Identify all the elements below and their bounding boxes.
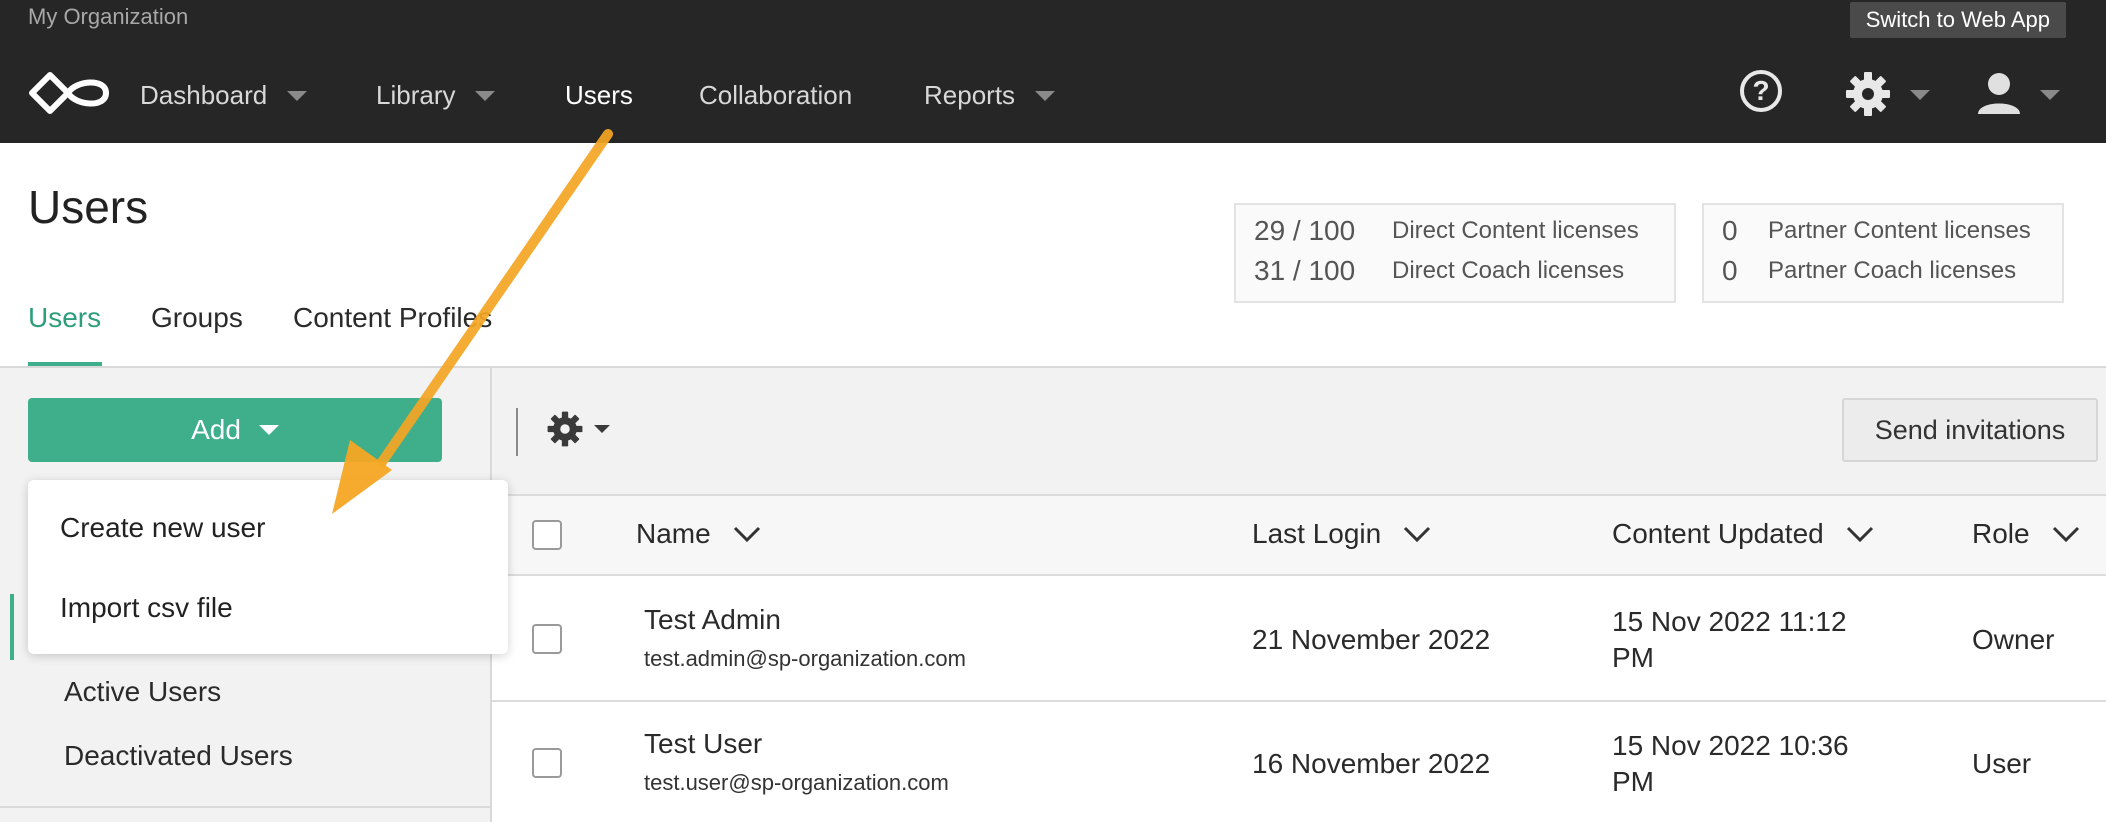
sidebar-active-indicator [10, 594, 14, 660]
direct-content-license-label: Direct Content licenses [1392, 217, 1639, 244]
user-content-updated-suffix: PM [1612, 766, 1654, 797]
partner-content-license-label: Partner Content licenses [1768, 217, 2031, 244]
toolbar-separator [516, 408, 518, 456]
organization-name: My Organization [28, 4, 189, 29]
sort-chevron-icon [2052, 526, 2079, 542]
add-dropdown-menu: Create new user Import csv file [28, 480, 508, 654]
column-header-name[interactable]: Name [636, 518, 761, 550]
column-role-label: Role [1972, 518, 2030, 549]
menu-item-create-new-user[interactable]: Create new user [60, 512, 265, 544]
top-navigation-bar: My Organization Switch to Web App Dashbo… [0, 0, 2106, 143]
select-all-checkbox[interactable] [532, 520, 562, 550]
user-email: test.user@sp-organization.com [644, 770, 949, 795]
row-divider [492, 700, 2106, 702]
row-checkbox[interactable] [532, 624, 562, 654]
user-name[interactable]: Test Admin [644, 604, 781, 636]
bulk-actions-menu[interactable] [546, 410, 610, 448]
user-role: Owner [1972, 624, 2055, 655]
direct-content-license-count: 29 / 100 [1254, 215, 1356, 246]
user-content-updated: 15 Nov 2022 11:12 [1612, 606, 1847, 637]
user-content-updated: 15 Nov 2022 10:36 [1612, 730, 1849, 761]
sort-chevron-icon [733, 526, 760, 542]
nav-collaboration-label: Collaboration [699, 80, 853, 110]
row-checkbox[interactable] [532, 748, 562, 778]
logo-icon[interactable] [28, 70, 110, 116]
user-last-login: 16 November 2022 [1252, 748, 1491, 779]
chevron-down-icon [258, 425, 279, 435]
sort-chevron-icon [1846, 526, 1873, 542]
nav-collaboration[interactable]: Collaboration [699, 80, 852, 111]
switch-to-web-app-button[interactable]: Switch to Web App [1849, 2, 2066, 38]
gear-icon [547, 411, 583, 447]
column-header-role[interactable]: Role [1972, 518, 2080, 550]
nav-dashboard[interactable]: Dashboard [140, 80, 308, 111]
user-icon[interactable] [1976, 70, 2022, 116]
nav-library-label: Library [376, 80, 456, 110]
chevron-down-icon[interactable] [1910, 90, 1930, 100]
chevron-down-icon [475, 90, 496, 101]
partner-licenses-panel: 0 Partner Content licenses 0 Partner Coa… [1702, 203, 2064, 303]
column-last-login-label: Last Login [1252, 518, 1382, 549]
nav-users[interactable]: Users [565, 80, 633, 111]
chevron-down-icon [594, 425, 610, 433]
user-content-updated-suffix: PM [1612, 642, 1654, 673]
nav-dashboard-label: Dashboard [140, 80, 268, 110]
user-name[interactable]: Test User [644, 728, 762, 760]
direct-licenses-panel: 29 / 100 Direct Content licenses 31 / 10… [1234, 203, 1676, 303]
sidebar-item-deactivated-users[interactable]: Deactivated Users [64, 740, 293, 772]
tab-users[interactable]: Users [28, 302, 101, 334]
direct-coach-license-label: Direct Coach licenses [1392, 257, 1625, 284]
menu-item-import-csv-file[interactable]: Import csv file [60, 592, 233, 624]
tab-groups[interactable]: Groups [151, 302, 243, 334]
user-email: test.admin@sp-organization.com [644, 646, 966, 671]
sidebar-item-active-users[interactable]: Active Users [64, 676, 221, 708]
add-button-label: Add [191, 414, 241, 445]
page-title: Users [28, 181, 149, 233]
partner-coach-license-count: 0 [1722, 255, 1738, 286]
gear-icon[interactable] [1844, 70, 1892, 118]
chevron-down-icon [287, 90, 308, 101]
nav-reports[interactable]: Reports [924, 80, 1056, 111]
column-content-updated-label: Content Updated [1612, 518, 1824, 549]
help-icon[interactable]: ? [1740, 70, 1782, 112]
column-name-label: Name [636, 518, 711, 549]
user-role: User [1972, 748, 2032, 779]
column-header-last-login[interactable]: Last Login [1252, 518, 1431, 550]
user-last-login: 21 November 2022 [1252, 624, 1491, 655]
nav-users-label: Users [565, 80, 633, 110]
nav-library[interactable]: Library [376, 80, 496, 111]
sidebar-bottom-divider [0, 806, 490, 808]
nav-reports-label: Reports [924, 80, 1016, 110]
column-header-content-updated[interactable]: Content Updated [1612, 518, 1874, 550]
partner-coach-license-label: Partner Coach licenses [1768, 257, 2017, 284]
chevron-down-icon [1035, 90, 1056, 101]
sort-chevron-icon [1404, 526, 1431, 542]
partner-content-license-count: 0 [1722, 215, 1738, 246]
chevron-down-icon[interactable] [2040, 90, 2060, 100]
tab-content-profiles[interactable]: Content Profiles [293, 302, 492, 334]
direct-coach-license-count: 31 / 100 [1254, 255, 1356, 286]
add-button[interactable]: Add [28, 398, 442, 462]
send-invitations-button[interactable]: Send invitations [1842, 398, 2098, 462]
